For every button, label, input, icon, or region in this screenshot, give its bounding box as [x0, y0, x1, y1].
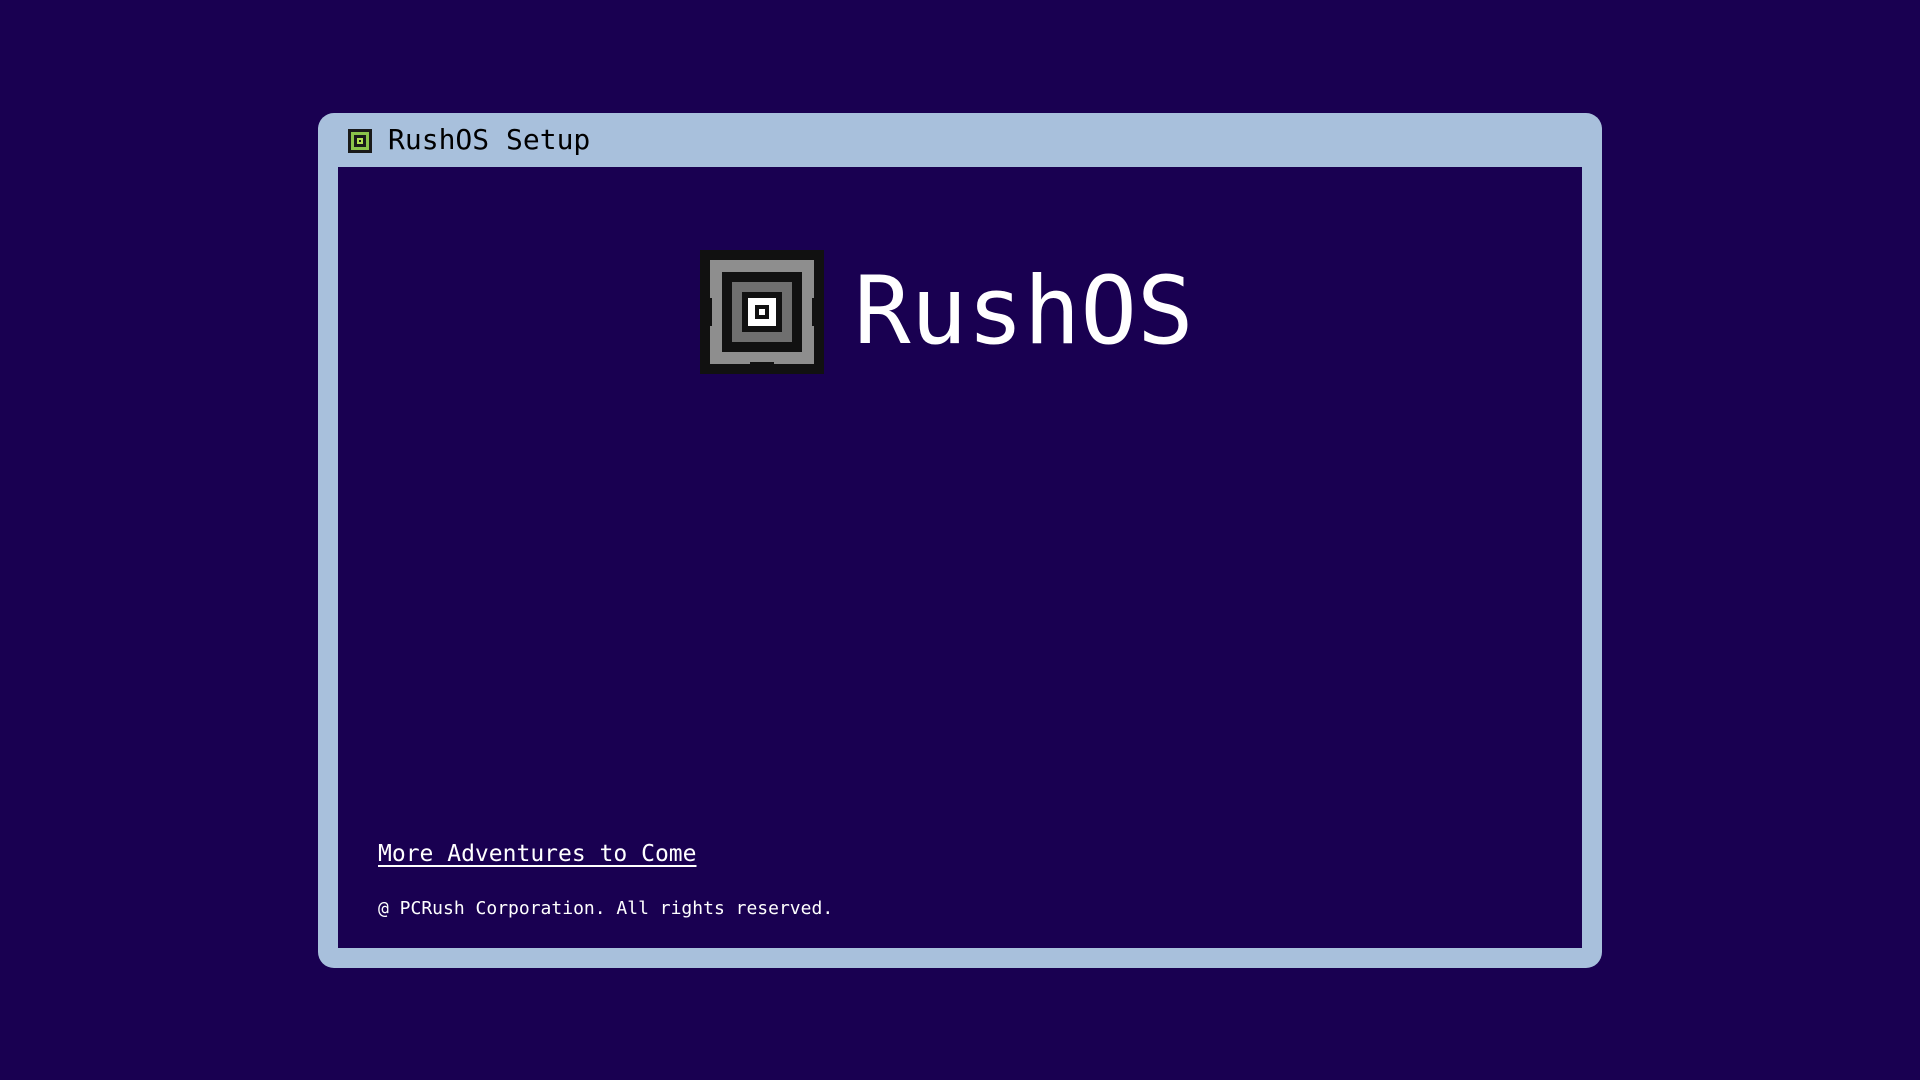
setup-window: RushOS Setup RushOS More Adventures to C…: [318, 113, 1602, 968]
window-title: RushOS Setup: [388, 123, 591, 156]
title-bar: RushOS Setup: [318, 113, 1602, 167]
brand-name: RushOS: [854, 257, 1194, 366]
more-adventures-link[interactable]: More Adventures to Come: [378, 841, 697, 867]
copyright-text: @ PCRush Corporation. All rights reserve…: [378, 898, 834, 919]
rushos-logo-icon: [348, 129, 372, 153]
brand-header: RushOS: [700, 250, 1194, 374]
setup-content: RushOS More Adventures to Come @ PCRush …: [338, 167, 1582, 948]
rushos-logo: [700, 250, 824, 374]
